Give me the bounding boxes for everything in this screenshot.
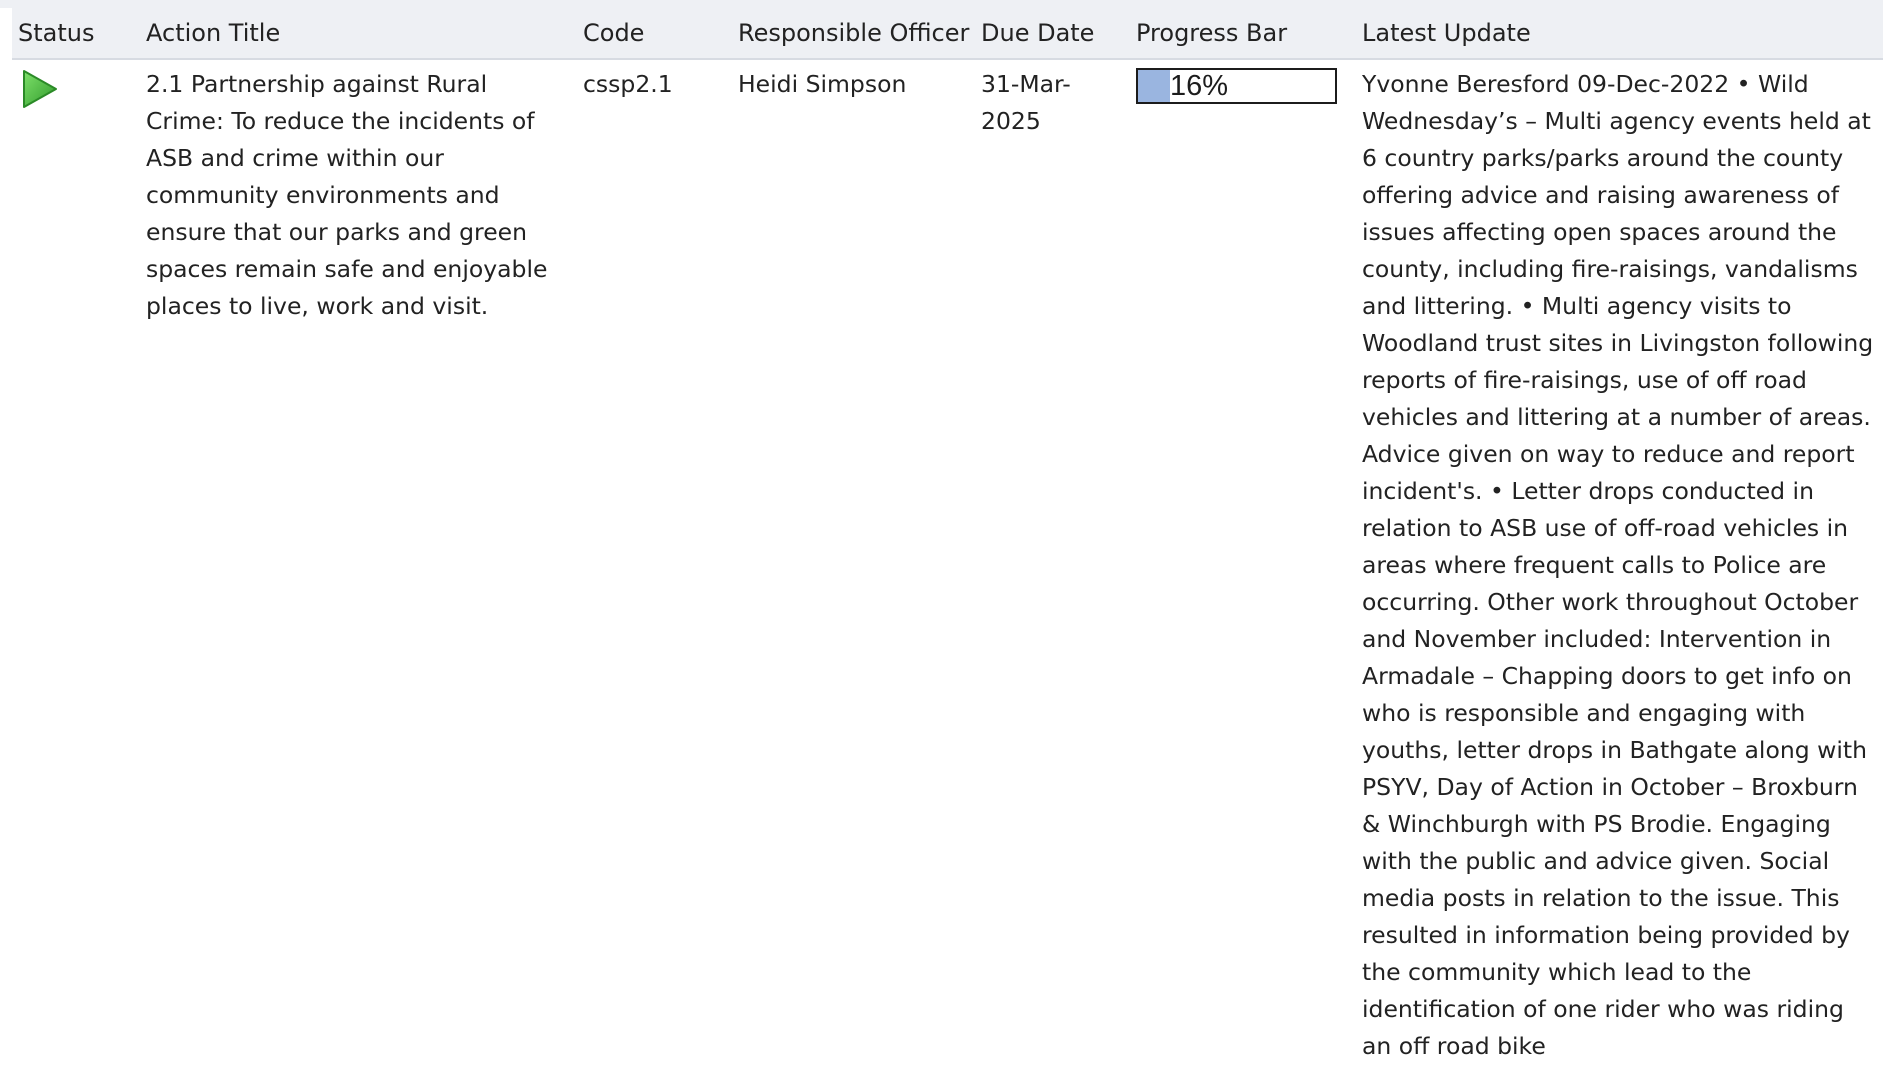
code-cell: cssp2.1 [583,70,673,98]
due-date-cell: 31-Mar-2025 [981,70,1071,135]
table-header-row: Status Action Title Code Responsible Off… [12,8,1883,60]
header-responsible-officer[interactable]: Responsible Officer [732,8,975,60]
play-status-icon [23,70,57,108]
header-code[interactable]: Code [577,8,732,60]
header-progress-bar[interactable]: Progress Bar [1130,8,1356,60]
action-title-cell: 2.1 Partnership against Rural Crime: To … [146,70,548,320]
latest-update-cell: Yvonne Beresford 09-Dec-2022 • Wild Wedn… [1362,70,1874,1060]
header-latest-update[interactable]: Latest Update [1356,8,1883,60]
progress-cell: 16% [1130,59,1356,1065]
header-due-date[interactable]: Due Date [975,8,1130,60]
header-status[interactable]: Status [12,8,140,60]
table-row: 2.1 Partnership against Rural Crime: To … [12,59,1883,1065]
progress-fill [1138,70,1170,102]
responsible-officer-cell: Heidi Simpson [738,70,907,98]
top-strip [0,0,1883,8]
header-action-title[interactable]: Action Title [140,8,577,60]
actions-table: Status Action Title Code Responsible Off… [12,8,1883,1065]
status-cell [12,59,140,1065]
progress-bar: 16% [1136,68,1337,104]
progress-label: 16% [1170,70,1229,102]
